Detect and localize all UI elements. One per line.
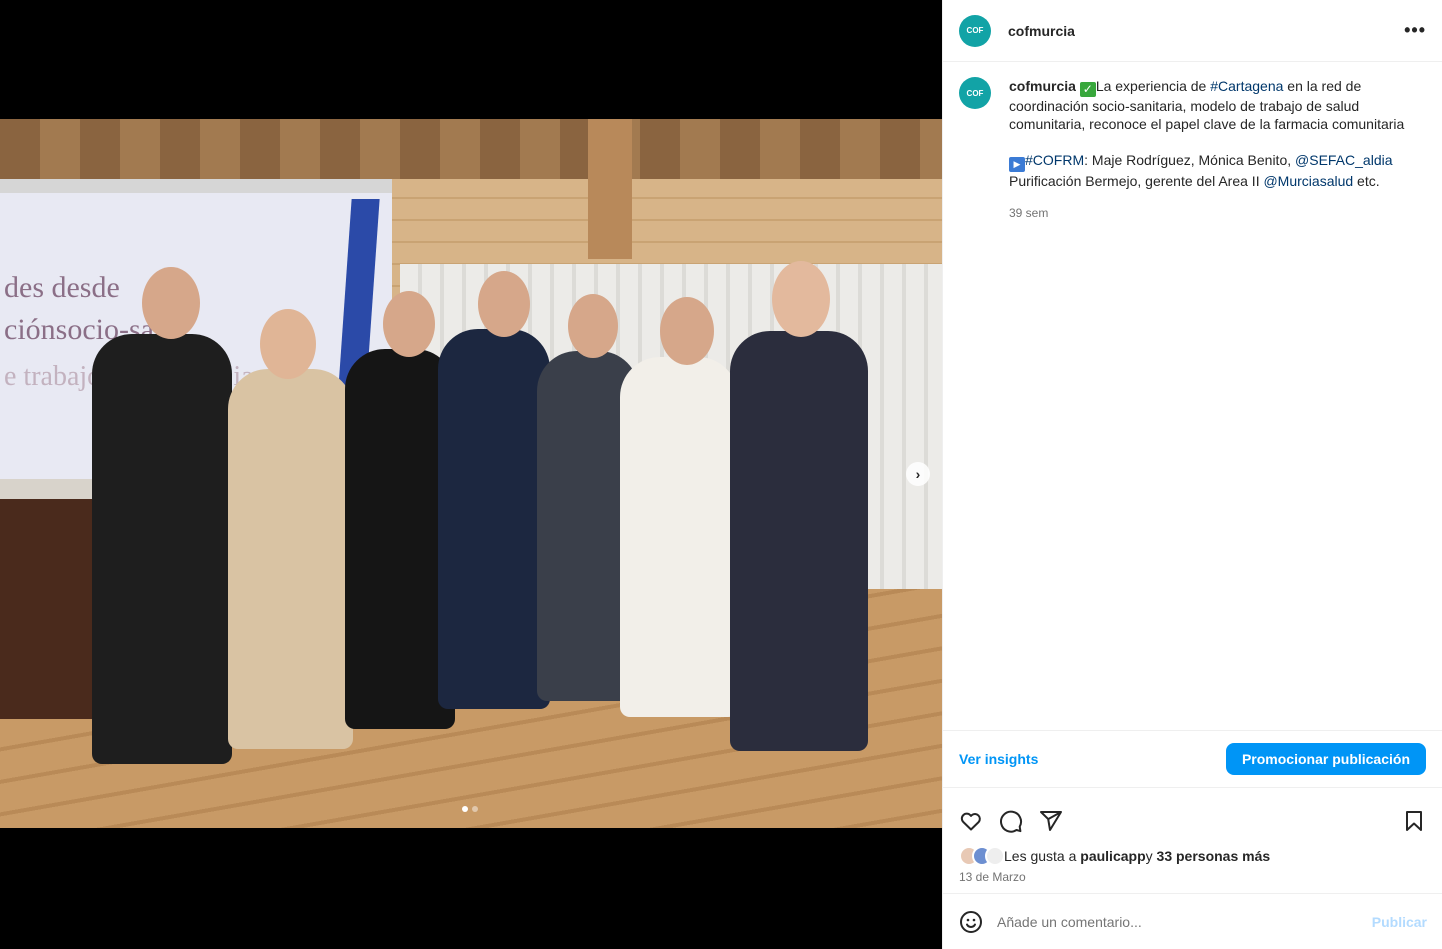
- likes-prefix: Les gusta a: [1004, 848, 1077, 864]
- post-photo: des desde ciónsocio-sa ia: e trabajo par…: [0, 119, 942, 828]
- likes-middle: y: [1145, 848, 1153, 864]
- person-6: [620, 357, 738, 717]
- account-avatar[interactable]: COF: [959, 14, 991, 47]
- view-insights-link[interactable]: Ver insights: [959, 751, 1038, 767]
- person-1-head: [142, 267, 200, 339]
- account-username[interactable]: cofmurcia: [1008, 23, 1075, 39]
- person-4-head: [478, 271, 530, 337]
- publish-comment-button[interactable]: Publicar: [1372, 914, 1427, 930]
- carousel-dot-1: [462, 806, 468, 812]
- share-send-icon[interactable]: [1039, 809, 1063, 833]
- person-1: [92, 334, 232, 764]
- caption-text-2a: : Maje Rodríguez, Mónica Benito,: [1084, 152, 1296, 168]
- liker-avatars: [959, 846, 1005, 866]
- post-caption: COF cofmurcia ✓ La experiencia de #Cartag…: [943, 62, 1442, 730]
- save-bookmark-icon[interactable]: [1402, 809, 1426, 833]
- caption-paragraph-2: ▶ #COFRM: Maje Rodríguez, Mónica Benito, …: [1009, 151, 1426, 190]
- post-date[interactable]: 13 de Marzo: [943, 866, 1442, 884]
- screen-text-line-1: des desde: [4, 271, 120, 304]
- carousel-indicator: [462, 806, 478, 812]
- likes-summary: Les gusta a paulicapp y 33 personas más: [943, 840, 1442, 866]
- person-6-head: [660, 297, 714, 365]
- caption-username[interactable]: cofmurcia: [1009, 78, 1076, 94]
- likes-others-link[interactable]: 33 personas más: [1157, 848, 1271, 864]
- person-3-head: [383, 291, 435, 357]
- caption-text-2c: etc.: [1353, 173, 1380, 189]
- photo-beam: [588, 119, 632, 259]
- mention-sefac[interactable]: @SEFAC_aldia: [1295, 152, 1392, 168]
- photo-desk: [0, 499, 95, 719]
- caption-time[interactable]: 39 sem: [1009, 204, 1426, 222]
- comment-bar: Publicar: [943, 893, 1442, 949]
- person-2: [228, 369, 353, 749]
- comment-icon[interactable]: [999, 809, 1023, 833]
- person-7: [730, 331, 868, 751]
- post-panel: COF cofmurcia ••• COF cofmurcia ✓ La expe…: [942, 0, 1442, 949]
- post-header: COF cofmurcia •••: [943, 0, 1442, 62]
- hashtag-cartagena[interactable]: #Cartagena: [1210, 78, 1283, 94]
- play-emoji-icon: ▶: [1009, 157, 1025, 172]
- caption-body: cofmurcia ✓ La experiencia de #Cartagena …: [1009, 77, 1426, 730]
- person-7-head: [772, 261, 830, 337]
- caption-paragraph-1: cofmurcia ✓ La experiencia de #Cartagena …: [1009, 77, 1426, 133]
- person-2-head: [260, 309, 316, 379]
- like-heart-icon[interactable]: [959, 809, 983, 833]
- post-action-icons: [943, 788, 1442, 840]
- emoji-icon[interactable]: [959, 910, 983, 934]
- mention-murciasalud[interactable]: @Murciasalud: [1263, 173, 1353, 189]
- caption-text-2b: Purificación Bermejo, gerente del Area I…: [1009, 173, 1264, 189]
- comment-input[interactable]: [997, 913, 1372, 930]
- check-emoji-icon: ✓: [1079, 82, 1096, 97]
- caption-text-1a: La experiencia de: [1095, 78, 1211, 94]
- promote-post-button[interactable]: Promocionar publicación: [1225, 743, 1426, 775]
- person-4: [438, 329, 550, 709]
- liker-username[interactable]: paulicapp: [1080, 848, 1145, 864]
- media-viewer: des desde ciónsocio-sa ia: e trabajo par…: [0, 0, 942, 949]
- carousel-dot-2: [472, 806, 478, 812]
- owner-actions-bar: Ver insights Promocionar publicación: [943, 730, 1442, 788]
- liker-avatar-3[interactable]: [985, 846, 1005, 866]
- hashtag-cofrm[interactable]: #COFRM: [1025, 152, 1084, 168]
- person-5-head: [568, 294, 618, 358]
- more-options-icon[interactable]: •••: [1404, 20, 1426, 41]
- caption-avatar[interactable]: COF: [959, 77, 991, 109]
- next-slide-button[interactable]: ›: [906, 462, 930, 486]
